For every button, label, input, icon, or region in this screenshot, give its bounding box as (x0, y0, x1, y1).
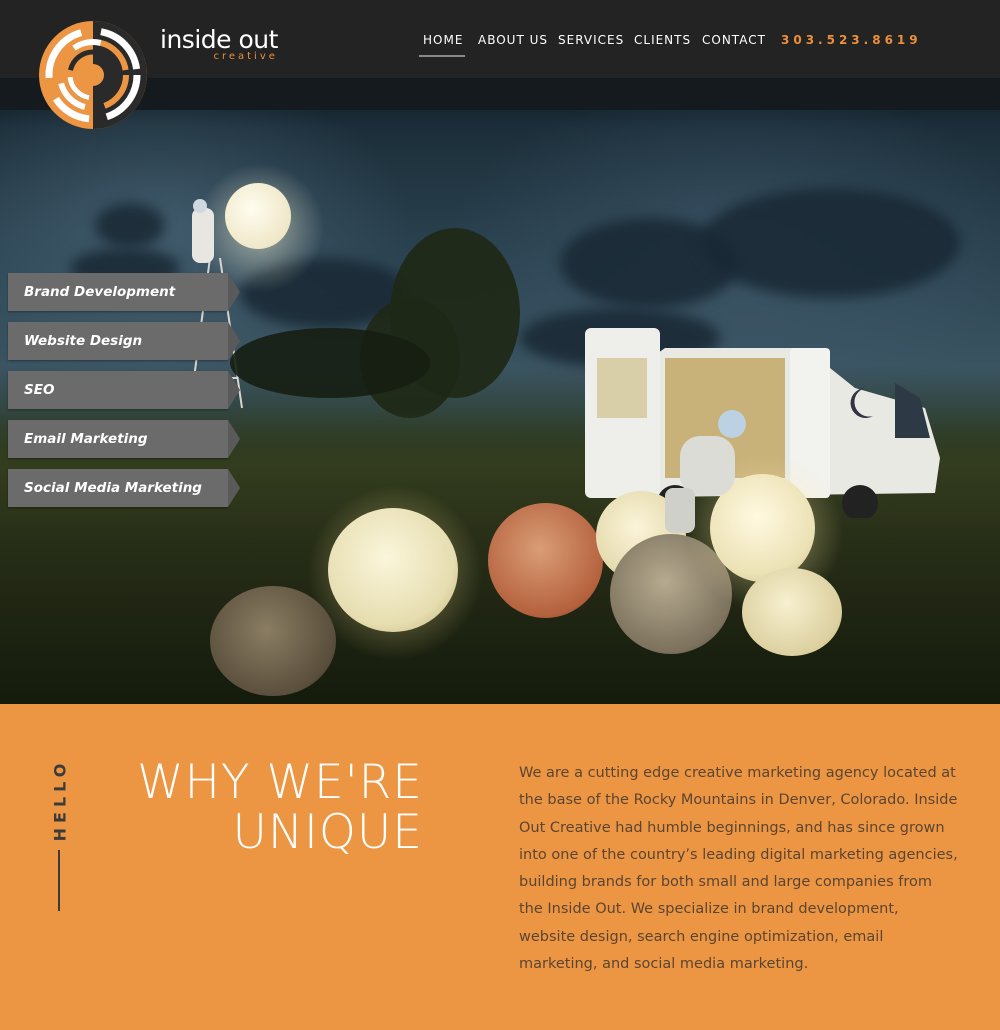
logo-icon[interactable] (38, 20, 148, 130)
hello-divider (58, 850, 60, 911)
hello-eyebrow: HELLO (50, 758, 70, 842)
section-title: WHY WE'RE UNIQUE (137, 758, 423, 858)
service-tab-email-marketing[interactable]: Email Marketing (8, 420, 240, 458)
service-tab-social-media-marketing[interactable]: Social Media Marketing (8, 469, 240, 507)
service-tab-website-design[interactable]: Website Design (8, 322, 240, 360)
nav-home[interactable]: HOME (423, 33, 463, 47)
service-tab-brand-development[interactable]: Brand Development (8, 273, 240, 311)
nav-about-us[interactable]: ABOUT US (478, 33, 548, 47)
section-title-line-1: WHY WE'RE (137, 755, 423, 810)
ground-moon-6 (742, 568, 842, 656)
service-tab-seo[interactable]: SEO (8, 371, 240, 409)
ground-moon-2 (488, 503, 603, 618)
worker-figure (665, 410, 746, 533)
ground-moon-1 (328, 508, 458, 632)
nav-clients[interactable]: CLIENTS (634, 33, 691, 47)
section-body: We are a cutting edge creative marketing… (519, 765, 958, 973)
section-title-line-2: UNIQUE (232, 805, 423, 860)
brand-name: inside out (160, 25, 278, 54)
brand-wordmark[interactable]: inside out creative (160, 27, 278, 62)
nav-active-indicator (419, 55, 465, 57)
nav-contact[interactable]: CONTACT (702, 33, 766, 47)
ground-moon-3 (210, 586, 336, 696)
phone-number[interactable]: 303.523.8619 (781, 33, 922, 47)
nav-services[interactable]: SERVICES (558, 33, 624, 47)
